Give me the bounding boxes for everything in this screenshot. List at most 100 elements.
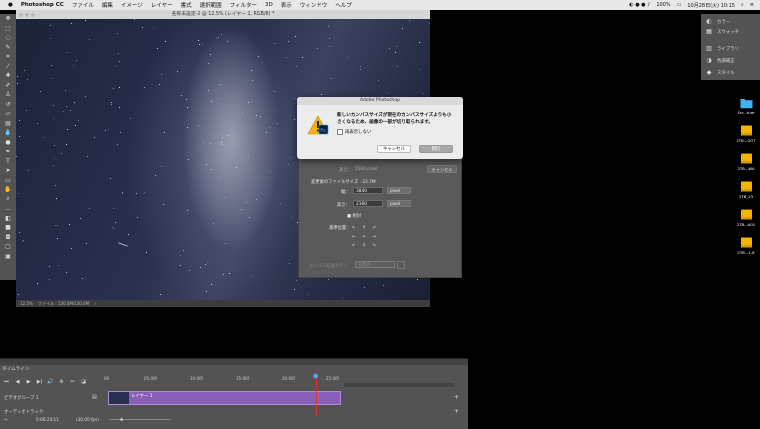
video-clip-layer-1[interactable]: レイヤー 1 [108, 391, 341, 405]
width-unit-select[interactable]: pixel [387, 187, 411, 194]
file-info[interactable]: ファイル : 130.0M/130.0M [38, 301, 89, 306]
extension-color-swatch[interactable] [397, 261, 405, 269]
gradient-tool-icon[interactable]: ▤ [0, 119, 16, 129]
marquee-tool-icon[interactable]: ⬚ [0, 24, 16, 34]
menu-select[interactable]: 選択範囲 [200, 1, 222, 9]
first-frame-icon[interactable]: ⏮ [2, 378, 11, 386]
battery-level[interactable]: 100% [656, 2, 670, 8]
playhead-line[interactable] [316, 376, 317, 416]
dodge-tool-icon[interactable]: ● [0, 138, 16, 148]
healing-tool-icon[interactable]: ✚ [0, 71, 16, 81]
desktop-drive-3[interactable]: 2TB_23 [734, 180, 758, 199]
audio-icon[interactable]: 🔊 [46, 378, 55, 386]
menu-file[interactable]: ファイル [72, 1, 94, 9]
menu-image[interactable]: イメージ [121, 1, 143, 9]
anchor-n-icon[interactable]: ↑ [359, 224, 369, 233]
anchor-s-icon[interactable]: ↓ [359, 241, 369, 250]
anchor-se-icon[interactable]: ↘ [369, 241, 379, 250]
anchor-nw-icon[interactable]: ↖ [349, 224, 359, 233]
panel-color[interactable]: ◐ カラー [705, 18, 730, 25]
add-media-icon[interactable]: + [454, 394, 459, 401]
menu-3d[interactable]: 3D [265, 2, 273, 8]
height-unit-select[interactable]: pixel [387, 200, 411, 207]
filmstrip-icon[interactable]: ▤ [92, 394, 100, 400]
quick-mask-icon[interactable]: ◘ [0, 233, 16, 243]
menu-filter[interactable]: フィルター [230, 1, 257, 9]
desktop-drive-1[interactable]: 2TB...OOT [734, 124, 758, 143]
anchor-sw-icon[interactable]: ↙ [349, 241, 359, 250]
artboard-icon[interactable]: ▣ [0, 252, 16, 262]
hand-tool-icon[interactable]: ✋ [0, 185, 16, 195]
tab-timeline[interactable]: タイムライン [2, 366, 29, 372]
play-icon[interactable]: ▶ [24, 378, 33, 386]
type-tool-icon[interactable]: T [0, 157, 16, 167]
panel-swatches[interactable]: ▦ スウォッチ [705, 28, 739, 35]
notification-icon[interactable]: ≡ [750, 2, 754, 8]
settings-icon[interactable]: ⚙ [57, 378, 66, 386]
apple-menu-icon[interactable]: ● [8, 2, 13, 8]
render-icon[interactable]: ↪ [4, 417, 8, 422]
dont-show-again-checkbox[interactable]: 再表示しない [337, 129, 371, 135]
screen-mode-icon[interactable]: ▢ [0, 242, 16, 252]
cancel-button[interactable]: キャンセル [377, 145, 411, 153]
split-icon[interactable]: ✂ [68, 378, 77, 386]
width-input[interactable]: 3840 [353, 187, 383, 194]
height-input[interactable]: 2160 [353, 200, 383, 207]
next-frame-icon[interactable]: ▶| [35, 378, 44, 386]
menu-help[interactable]: ヘルプ [335, 1, 352, 9]
anchor-w-icon[interactable]: ← [349, 233, 359, 242]
move-tool-icon[interactable]: ✥ [0, 14, 16, 24]
path-select-tool-icon[interactable]: ➤ [0, 166, 16, 176]
timeline-header[interactable] [0, 359, 468, 365]
spotlight-icon[interactable]: ⌕ [741, 2, 744, 8]
menu-window[interactable]: ウィンドウ [300, 1, 328, 9]
anchor-center-icon[interactable]: • [359, 233, 369, 242]
panel-libraries[interactable]: ▥ ライブラリ [705, 45, 739, 52]
history-brush-tool-icon[interactable]: ↺ [0, 100, 16, 110]
brush-tool-icon[interactable]: ✐ [0, 81, 16, 91]
shape-tool-icon[interactable]: ▭ [0, 176, 16, 186]
proceed-button[interactable]: 続行 [419, 145, 453, 153]
color-swatch-icon[interactable]: ◧ [0, 214, 16, 224]
panel-adjustments[interactable]: ◑ 色調補正 [705, 57, 734, 64]
work-area-bar[interactable] [344, 383, 454, 387]
eyedropper-tool-icon[interactable]: ⁄ [0, 62, 16, 72]
pen-tool-icon[interactable]: ✒ [0, 147, 16, 157]
transition-icon[interactable]: ◪ [79, 378, 88, 386]
status-arrow-icon[interactable]: › [94, 301, 96, 306]
extension-color-select[interactable]: 背景色 [355, 261, 395, 268]
anchor-ne-icon[interactable]: ↗ [369, 224, 379, 233]
menu-app-name[interactable]: Photoshop CC [21, 2, 64, 8]
menu-layer[interactable]: レイヤー [151, 1, 173, 9]
zoom-level[interactable]: 12.5% [20, 301, 33, 306]
zoom-tool-icon[interactable]: ⌕ [0, 195, 16, 205]
timecode[interactable]: 0:00:23:11 [36, 417, 59, 422]
checkbox-box[interactable] [337, 129, 343, 135]
desktop-folder-screenshot[interactable]: Scr...ture [734, 96, 758, 115]
battery-icon[interactable]: ▭ [677, 2, 682, 8]
anchor-grid[interactable]: ↖ ↑ ↗ ← • → ↙ ↓ ↘ [349, 224, 379, 250]
zoom-slider[interactable] [110, 419, 170, 420]
add-audio-icon[interactable]: + [454, 408, 459, 415]
relative-checkbox[interactable]: ■ 相対 [347, 213, 361, 219]
more-tools-icon[interactable]: … [0, 204, 16, 214]
document-title-bar[interactable]: 名称未設定-2 @ 12.5% (レイヤー 1, RGB/8) * [16, 10, 430, 19]
eraser-tool-icon[interactable]: ▱ [0, 109, 16, 119]
stamp-tool-icon[interactable]: ♙ [0, 90, 16, 100]
lasso-tool-icon[interactable]: ◌ [0, 33, 16, 43]
crop-tool-icon[interactable]: ⌗ [0, 52, 16, 62]
video-group-label[interactable]: ビデオグループ 1 [4, 395, 39, 401]
prev-frame-icon[interactable]: ◀ [13, 378, 22, 386]
menu-edit[interactable]: 編集 [102, 1, 113, 9]
desktop-drive-5[interactable]: 2TB...1-8 [734, 236, 758, 255]
clock[interactable]: 10月28日(火) 10:15 [687, 2, 735, 9]
quick-select-tool-icon[interactable]: ✎ [0, 43, 16, 53]
anchor-e-icon[interactable]: → [369, 233, 379, 242]
window-controls[interactable] [19, 12, 35, 17]
menu-view[interactable]: 表示 [281, 1, 292, 9]
menu-type[interactable]: 書式 [181, 1, 192, 9]
panel-styles[interactable]: ◆ スタイル [705, 69, 735, 76]
playhead-handle-icon[interactable]: ⬢ [313, 374, 320, 380]
blur-tool-icon[interactable]: 💧 [0, 128, 16, 138]
time-ruler[interactable]: 00 05:00f 10:00f 15:00f 20:00f 25:00f [104, 376, 344, 386]
